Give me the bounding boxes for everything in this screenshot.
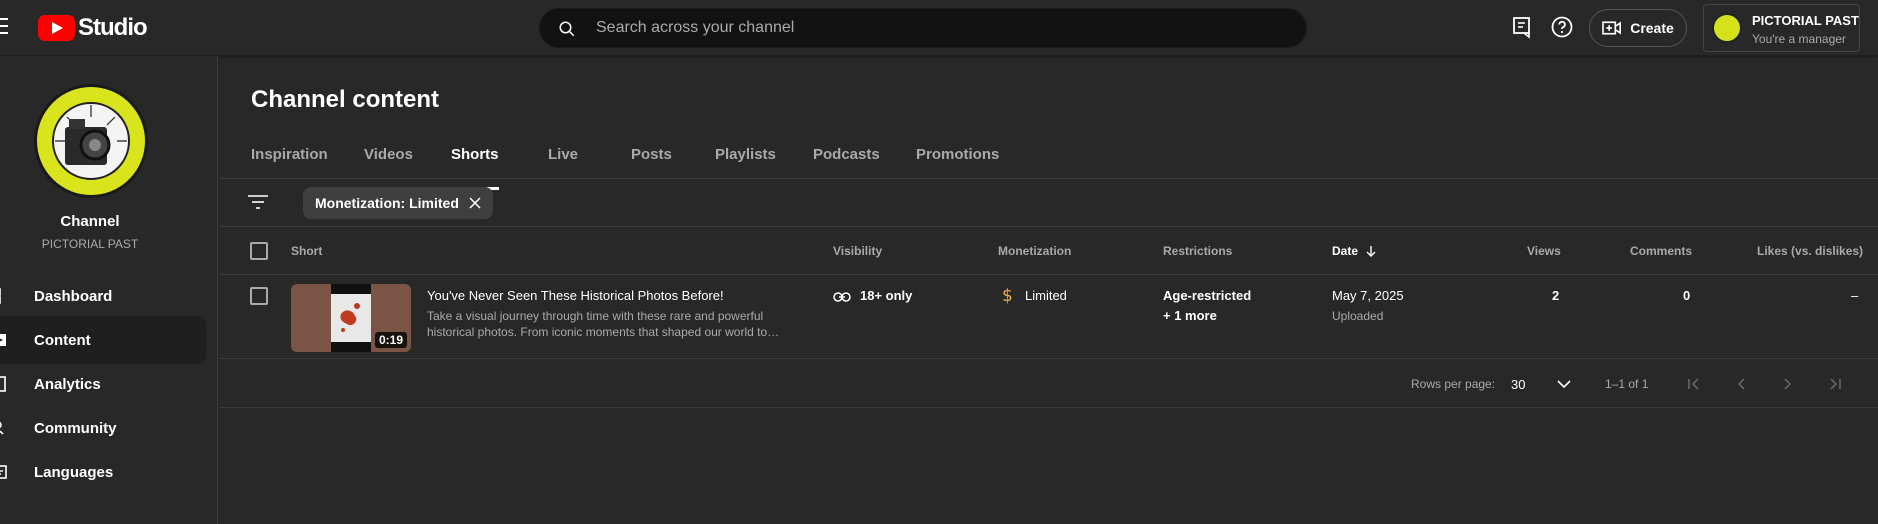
select-all-checkbox[interactable] bbox=[250, 242, 268, 260]
rows-per-page-value[interactable]: 30 bbox=[1511, 377, 1525, 392]
video-title[interactable]: You've Never Seen These Historical Photo… bbox=[427, 288, 724, 303]
help-icon[interactable] bbox=[1550, 15, 1574, 39]
sidebar-item-content[interactable]: Content bbox=[0, 316, 206, 364]
pagination: Rows per page: 30 1–1 of 1 bbox=[219, 360, 1878, 408]
table-row[interactable]: 0:19 You've Never Seen These Historical … bbox=[219, 276, 1878, 359]
filter-icon[interactable] bbox=[248, 194, 268, 210]
content-icon bbox=[0, 334, 6, 346]
column-restrictions: Restrictions bbox=[1163, 244, 1233, 258]
next-page-icon[interactable] bbox=[1780, 376, 1796, 392]
column-views: Views bbox=[1527, 244, 1561, 258]
main-content: Channel content Inspiration Videos Short… bbox=[219, 56, 1878, 524]
top-bar: Studio Create PICTORIAL PAST You're a ma… bbox=[0, 0, 1878, 56]
video-duration: 0:19 bbox=[374, 332, 407, 348]
dollar-icon: $ bbox=[1002, 286, 1013, 304]
column-likes: Likes (vs. dislikes) bbox=[1757, 244, 1864, 258]
close-icon[interactable] bbox=[469, 197, 481, 209]
likes-value: – bbox=[1851, 288, 1859, 303]
page-title: Channel content bbox=[251, 86, 440, 113]
youtube-play-icon bbox=[38, 15, 75, 41]
sidebar-item-label: Community bbox=[34, 419, 117, 437]
filter-bar: Monetization: Limited bbox=[219, 179, 1878, 227]
date-value: May 7, 2025 bbox=[1332, 288, 1404, 303]
sidebar: Channel PICTORIAL PAST Dashboard Content… bbox=[0, 56, 218, 524]
column-visibility: Visibility bbox=[833, 244, 883, 258]
logo-text: Studio bbox=[78, 14, 148, 41]
table-header: Short Visibility Monetization Restrictio… bbox=[219, 228, 1878, 275]
account-avatar bbox=[1712, 13, 1742, 43]
page-range: 1–1 of 1 bbox=[1605, 377, 1649, 391]
views-value: 2 bbox=[1552, 288, 1560, 303]
sidebar-item-label: Dashboard bbox=[34, 287, 113, 305]
restrictions-more[interactable]: + 1 more bbox=[1163, 308, 1217, 323]
dashboard-icon bbox=[0, 288, 1, 304]
languages-icon bbox=[0, 465, 7, 479]
sidebar-item-community[interactable]: Community bbox=[0, 404, 206, 452]
rows-per-page-label: Rows per page: bbox=[1411, 377, 1496, 391]
community-icon bbox=[0, 421, 4, 435]
video-description: Take a visual journey through time with … bbox=[427, 309, 780, 339]
date-status: Uploaded bbox=[1332, 309, 1384, 323]
search-bar[interactable] bbox=[539, 8, 1307, 48]
sidebar-item-languages[interactable]: Languages bbox=[0, 448, 206, 496]
menu-icon[interactable] bbox=[0, 18, 10, 36]
sidebar-item-label: Languages bbox=[34, 463, 114, 481]
create-button[interactable]: Create bbox=[1589, 9, 1687, 47]
account-name: PICTORIAL PAST bbox=[1752, 13, 1859, 28]
camera-logo-icon bbox=[41, 91, 141, 191]
filter-chip-label: Monetization: Limited bbox=[315, 195, 459, 211]
sidebar-item-dashboard[interactable]: Dashboard bbox=[0, 272, 206, 320]
link-icon bbox=[833, 292, 851, 302]
chevron-down-icon[interactable] bbox=[1556, 376, 1572, 392]
thumbnail-photo bbox=[331, 284, 371, 352]
account-role: You're a manager bbox=[1752, 32, 1846, 46]
filter-chip-monetization[interactable]: Monetization: Limited bbox=[303, 187, 493, 219]
sidebar-item-label: Analytics bbox=[34, 375, 101, 393]
column-monetization: Monetization bbox=[998, 244, 1072, 258]
thumbnail-image bbox=[331, 284, 371, 352]
column-date[interactable]: Date bbox=[1332, 244, 1377, 258]
sort-arrow-down-icon bbox=[1366, 246, 1376, 257]
first-page-icon[interactable] bbox=[1686, 376, 1702, 392]
analytics-icon bbox=[0, 376, 6, 392]
channel-name: PICTORIAL PAST bbox=[41, 237, 139, 251]
channel-avatar[interactable] bbox=[34, 84, 148, 198]
column-short: Short bbox=[291, 244, 323, 258]
column-comments: Comments bbox=[1630, 244, 1693, 258]
previous-page-icon[interactable] bbox=[1733, 376, 1749, 392]
last-page-icon[interactable] bbox=[1827, 376, 1843, 392]
sidebar-item-analytics[interactable]: Analytics bbox=[0, 360, 206, 408]
search-input[interactable] bbox=[596, 9, 1276, 47]
row-checkbox[interactable] bbox=[250, 287, 268, 305]
search-icon bbox=[559, 21, 575, 37]
restrictions-value[interactable]: Age-restricted bbox=[1163, 288, 1251, 303]
create-label: Create bbox=[1630, 20, 1674, 36]
feedback-icon[interactable] bbox=[1510, 15, 1534, 39]
visibility-value[interactable]: 18+ only bbox=[860, 288, 912, 303]
sidebar-item-label: Content bbox=[34, 331, 91, 349]
monetization-value[interactable]: Limited bbox=[1025, 288, 1067, 303]
create-video-icon bbox=[1602, 21, 1622, 35]
svg-text:$: $ bbox=[1002, 286, 1013, 304]
column-date-label: Date bbox=[1332, 244, 1359, 258]
account-switcher[interactable]: PICTORIAL PAST You're a manager bbox=[1703, 4, 1860, 52]
channel-label: Channel bbox=[60, 213, 120, 230]
comments-value: 0 bbox=[1683, 288, 1691, 303]
video-thumbnail[interactable]: 0:19 bbox=[291, 284, 411, 352]
studio-logo[interactable]: Studio bbox=[38, 14, 148, 42]
